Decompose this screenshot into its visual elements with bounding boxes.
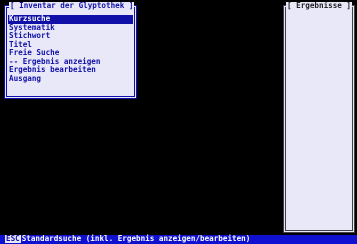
status-bar: ESC Standardsuche (inkl. Ergebnis anzeige… <box>0 235 357 244</box>
main-menu-panel: [ Inventar der Glyptothek ] Kurzsuche Sy… <box>4 1 137 99</box>
menu-item-ausgang[interactable]: Ausgang <box>8 74 133 84</box>
results-panel: [ Ergebnisse ] <box>283 1 355 233</box>
esc-key-badge[interactable]: ESC <box>5 235 21 243</box>
menu-title: [ Inventar der Glyptothek ] <box>9 1 135 10</box>
results-title: [ Ergebnisse ] <box>286 1 353 10</box>
menu-list: Kurzsuche Systematik Stichwort Titel Fre… <box>8 15 133 83</box>
status-text: Standardsuche (inkl. Ergebnis anzeigen/b… <box>21 234 251 243</box>
